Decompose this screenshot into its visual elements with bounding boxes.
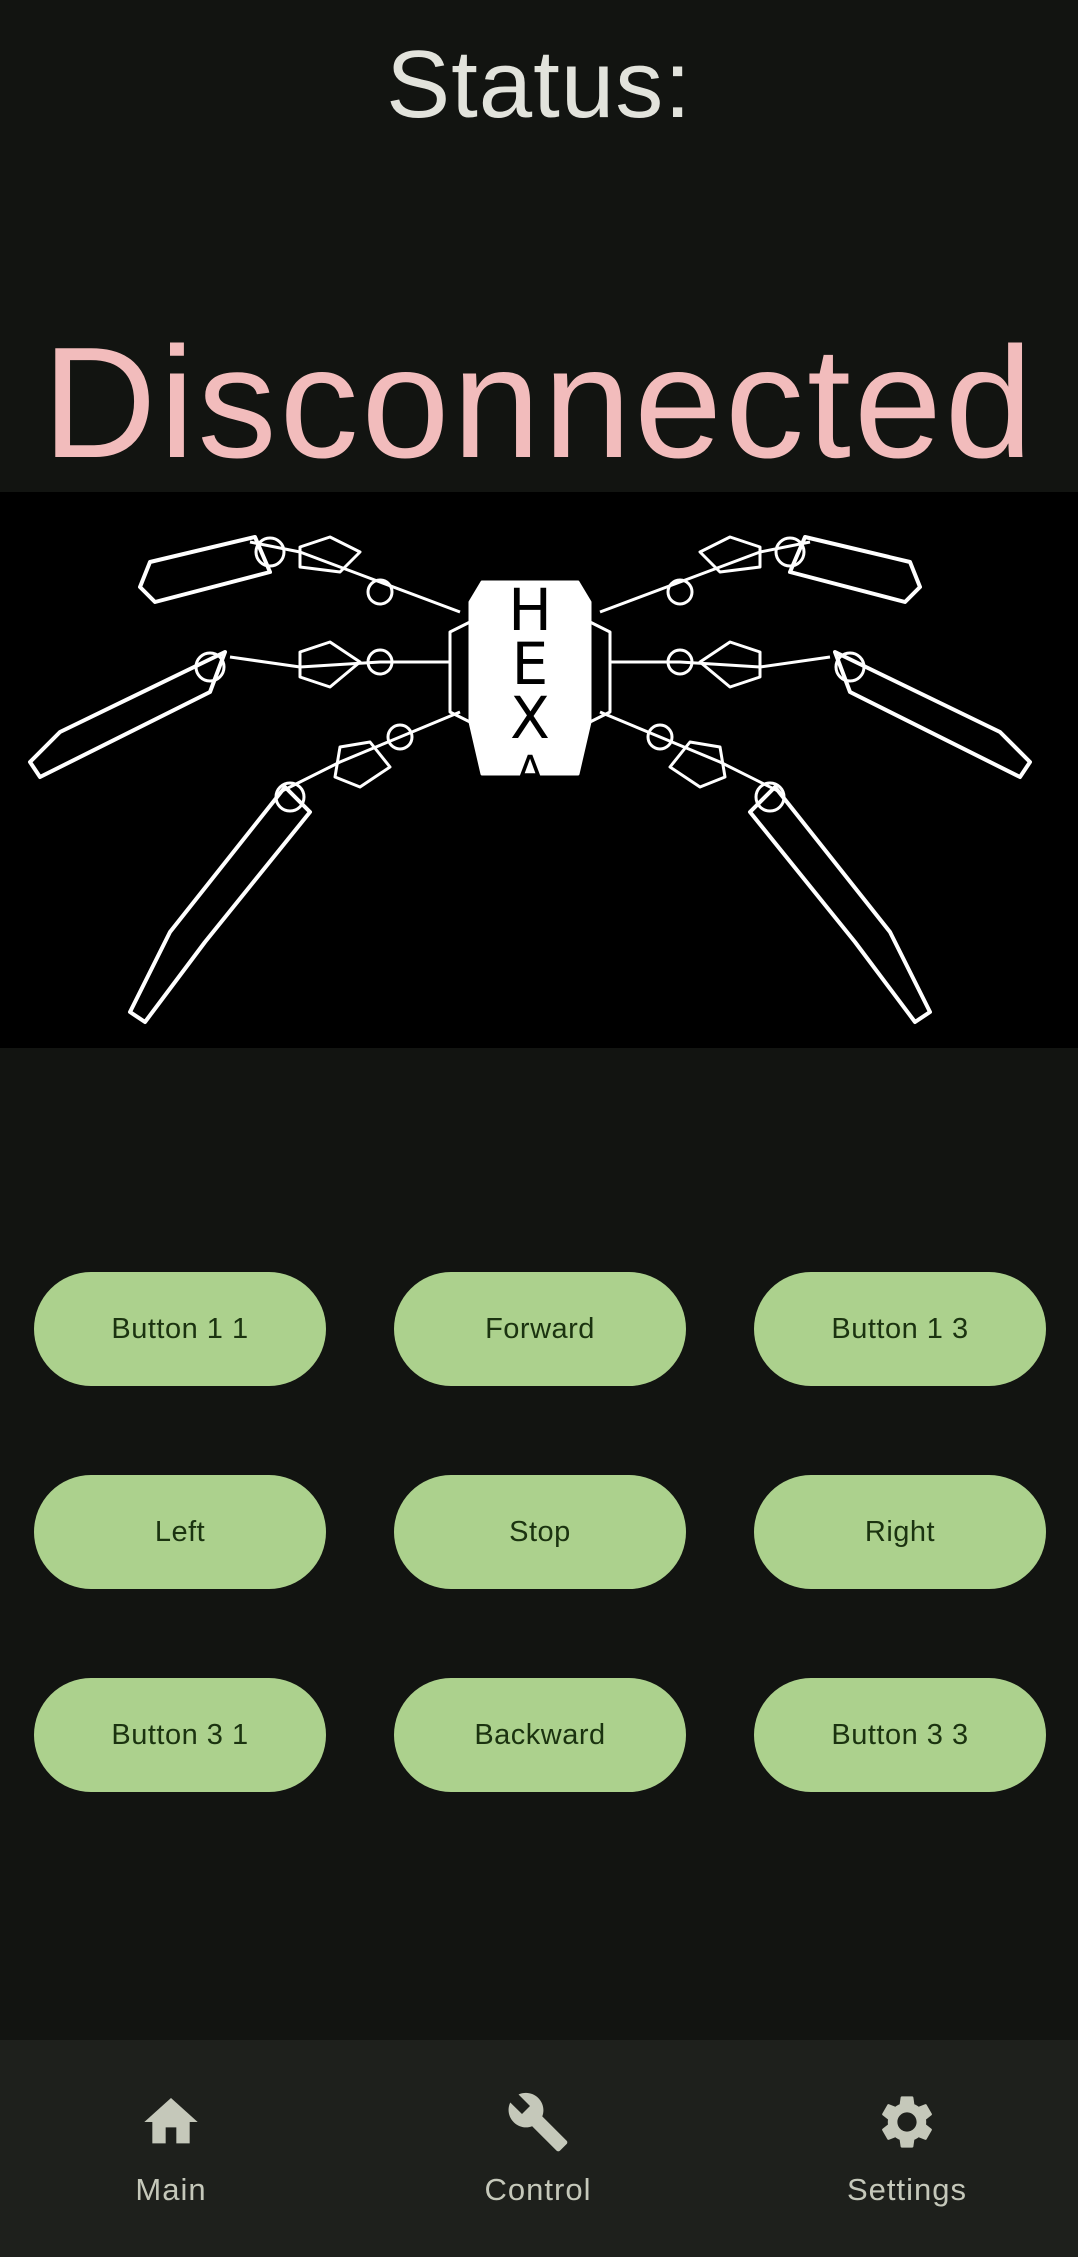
nav-item-settings[interactable]: Settings [777,2040,1037,2257]
nav-item-control[interactable]: Control [408,2040,668,2257]
nav-label-settings: Settings [846,2172,967,2207]
bottom-navigation: Main Control Settings [0,2040,1078,2257]
home-icon [139,2090,203,2154]
gear-icon [875,2090,939,2154]
nav-label-control: Control [484,2172,592,2207]
forward-button[interactable]: Forward [394,1272,686,1386]
nav-label-main: Main [135,2172,207,2207]
button-3-1[interactable]: Button 3 1 [34,1678,326,1792]
right-button[interactable]: Right [754,1475,1046,1589]
svg-text:A: A [516,748,544,794]
backward-button[interactable]: Backward [394,1678,686,1792]
hexapod-robot-image: H E X A [0,492,1078,1048]
button-1-3[interactable]: Button 1 3 [754,1272,1046,1386]
button-1-1[interactable]: Button 1 1 [34,1272,326,1386]
status-label: Status: [386,31,692,138]
wrench-icon [506,2090,570,2154]
left-button[interactable]: Left [34,1475,326,1589]
button-3-3[interactable]: Button 3 3 [754,1678,1046,1792]
app-root: Status: Disconnected H E X A Button 1 1 … [0,0,1078,2257]
svg-text:X: X [510,684,550,752]
stop-button[interactable]: Stop [394,1475,686,1589]
connection-status: Disconnected [42,315,1036,491]
nav-item-main[interactable]: Main [41,2040,301,2257]
